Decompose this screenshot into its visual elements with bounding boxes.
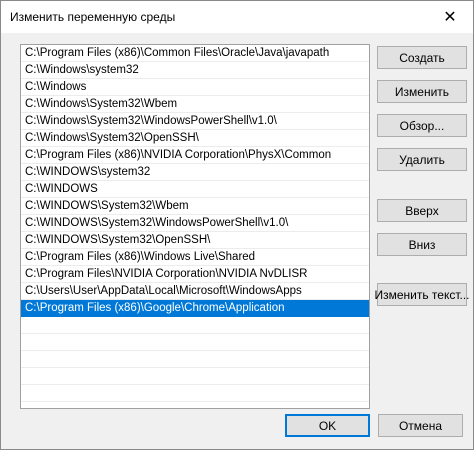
empty-list-row[interactable] [21, 385, 369, 402]
delete-button[interactable]: Удалить [377, 148, 467, 171]
list-item[interactable]: C:\Program Files (x86)\Common Files\Orac… [21, 45, 369, 62]
move-down-button[interactable]: Вниз [377, 233, 467, 256]
list-item[interactable]: C:\WINDOWS [21, 181, 369, 198]
list-item[interactable]: C:\Windows\System32\WindowsPowerShell\v1… [21, 113, 369, 130]
empty-list-row[interactable] [21, 368, 369, 385]
empty-list-row[interactable] [21, 334, 369, 351]
list-item[interactable]: C:\WINDOWS\system32 [21, 164, 369, 181]
list-item[interactable]: C:\Users\User\AppData\Local\Microsoft\Wi… [21, 283, 369, 300]
list-item[interactable]: C:\WINDOWS\System32\WindowsPowerShell\v1… [21, 215, 369, 232]
edit-button[interactable]: Изменить [377, 80, 467, 103]
close-icon[interactable]: ✕ [427, 1, 473, 33]
dialog-title: Изменить переменную среды [10, 10, 176, 24]
list-item[interactable]: C:\Program Files (x86)\NVIDIA Corporatio… [21, 147, 369, 164]
list-item[interactable]: C:\Program Files (x86)\Windows Live\Shar… [21, 249, 369, 266]
edit-text-button[interactable]: Изменить текст... [374, 283, 470, 306]
path-list[interactable]: C:\Program Files (x86)\Common Files\Orac… [20, 44, 370, 409]
ok-button[interactable]: OK [285, 414, 370, 437]
browse-button[interactable]: Обзор... [377, 114, 467, 137]
title-bar: Изменить переменную среды ✕ [1, 1, 473, 33]
create-button[interactable]: Создать [377, 46, 467, 69]
edit-env-variable-dialog: Изменить переменную среды ✕ C:\Program F… [0, 0, 474, 450]
list-item[interactable]: C:\Program Files (x86)\Google\Chrome\App… [21, 300, 369, 317]
empty-list-row[interactable] [21, 317, 369, 334]
list-item[interactable]: C:\Program Files\NVIDIA Corporation\NVID… [21, 266, 369, 283]
list-item[interactable]: C:\Windows\system32 [21, 62, 369, 79]
empty-list-row[interactable] [21, 351, 369, 368]
move-up-button[interactable]: Вверх [377, 199, 467, 222]
list-item[interactable]: C:\Windows\System32\OpenSSH\ [21, 130, 369, 147]
cancel-button[interactable]: Отмена [378, 414, 463, 437]
list-item[interactable]: C:\WINDOWS\System32\OpenSSH\ [21, 232, 369, 249]
list-item[interactable]: C:\Windows\System32\Wbem [21, 96, 369, 113]
list-item[interactable]: C:\WINDOWS\System32\Wbem [21, 198, 369, 215]
list-item[interactable]: C:\Windows [21, 79, 369, 96]
